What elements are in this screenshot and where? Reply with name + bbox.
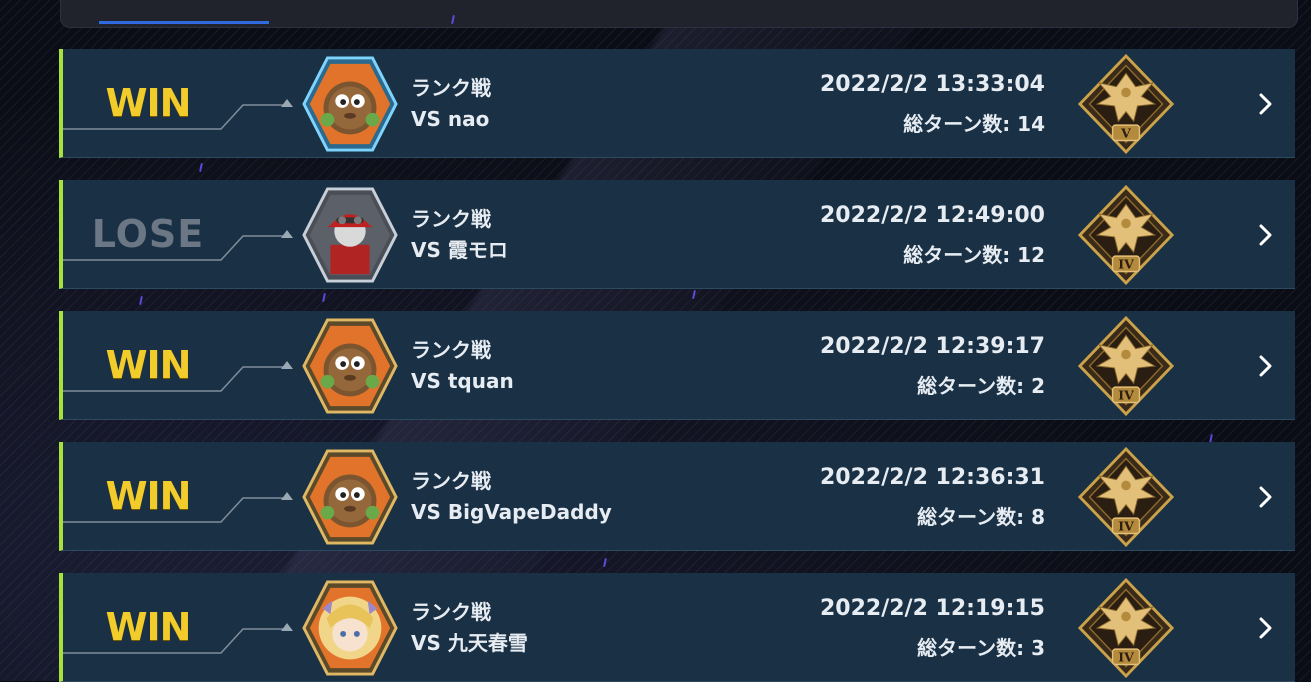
opponent-name: VS BigVapeDaddy [411, 500, 612, 524]
match-row[interactable]: WIN ランク戦 VS tquan 2022/2/2 12:39:17 総ターン… [59, 311, 1295, 420]
kuriboh-avatar-icon [302, 449, 398, 545]
match-row[interactable]: WIN ランク戦 VS 九天春雪 2022/2/2 12:19:15 総ターン数… [59, 573, 1295, 682]
total-turns: 総ターン数: 2 [917, 374, 1045, 398]
match-row[interactable]: WIN ランク戦 VS nao 2022/2/2 13:33:04 総ターン数:… [59, 49, 1295, 158]
match-datetime: 2022/2/2 13:33:04 [819, 72, 1045, 97]
kuriboh-avatar-icon [302, 318, 398, 414]
match-type-label: ランク戦 [411, 600, 491, 624]
match-datetime: 2022/2/2 12:19:15 [819, 596, 1045, 621]
red-cap-duelist-avatar-icon [302, 187, 398, 283]
previous-panel-bottom [60, 0, 1298, 28]
rank-iv-badge-icon: IV [1078, 447, 1174, 547]
rank-v-badge-icon: V [1078, 54, 1174, 154]
total-turns: 総ターン数: 8 [917, 505, 1045, 529]
match-datetime: 2022/2/2 12:49:00 [819, 203, 1045, 228]
opponent-name: VS 霞モロ [411, 238, 508, 262]
match-type-label: ランク戦 [411, 469, 491, 493]
kuriboh-avatar-icon [302, 56, 398, 152]
rank-iv-badge-icon: IV [1078, 185, 1174, 285]
match-history-list: WIN ランク戦 VS nao 2022/2/2 13:33:04 総ターン数:… [59, 49, 1295, 682]
rank-numeral: IV [1118, 650, 1134, 665]
chevron-right-icon[interactable] [1253, 351, 1277, 381]
rank-numeral: IV [1118, 257, 1134, 272]
match-row[interactable]: WIN ランク戦 VS BigVapeDaddy 2022/2/2 12:36:… [59, 442, 1295, 551]
match-row[interactable]: LOSE ランク戦 VS 霞モロ 2022/2/2 12:49:00 総ターン数… [59, 180, 1295, 289]
divider-line [63, 623, 293, 654]
chevron-right-icon[interactable] [1253, 613, 1277, 643]
chevron-right-icon[interactable] [1253, 89, 1277, 119]
rank-numeral: IV [1118, 388, 1134, 403]
rank-iv-badge-icon: IV [1078, 316, 1174, 416]
panel-accent-bar [99, 21, 269, 24]
opponent-name: VS tquan [411, 369, 514, 393]
opponent-name: VS nao [411, 107, 490, 131]
chevron-right-icon[interactable] [1253, 482, 1277, 512]
divider-line [63, 492, 293, 523]
match-type-label: ランク戦 [411, 207, 491, 231]
total-turns: 総ターン数: 12 [903, 243, 1045, 267]
match-type-label: ランク戦 [411, 76, 491, 100]
total-turns: 総ターン数: 3 [917, 636, 1045, 660]
rank-numeral: IV [1118, 519, 1134, 534]
chevron-right-icon[interactable] [1253, 220, 1277, 250]
divider-line [63, 361, 293, 392]
match-datetime: 2022/2/2 12:36:31 [819, 465, 1045, 490]
rank-numeral: V [1120, 126, 1131, 141]
opponent-name: VS 九天春雪 [411, 631, 528, 655]
match-type-label: ランク戦 [411, 338, 491, 362]
divider-line [63, 99, 293, 130]
blonde-girl-avatar-icon [302, 580, 398, 676]
match-datetime: 2022/2/2 12:39:17 [819, 334, 1045, 359]
total-turns: 総ターン数: 14 [903, 112, 1045, 136]
rank-iv-badge-icon: IV [1078, 578, 1174, 678]
divider-line [63, 230, 293, 261]
